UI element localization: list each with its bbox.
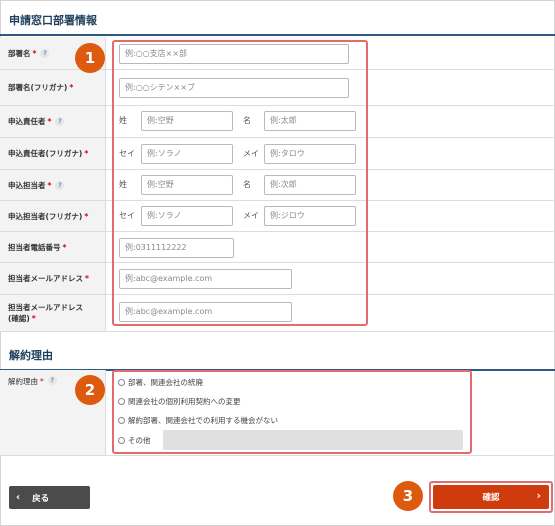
label-text: 申込責任者 [8, 117, 46, 126]
back-button-label: 戻る [32, 493, 50, 504]
label-text: 申込担当者 [8, 180, 46, 190]
required-mark: * [62, 242, 67, 252]
label-text: 担当者メールアドレス [8, 303, 83, 312]
confirm-button-label: 確認 [482, 493, 500, 503]
required-mark: * [47, 180, 52, 190]
label-text: 申込責任者(フリガナ) [8, 149, 83, 158]
help-icon[interactable]: ? [55, 180, 65, 190]
highlight-box-applicant [112, 40, 368, 326]
field-label: 申込責任者(フリガナ) * [0, 138, 106, 169]
required-mark: * [84, 211, 89, 221]
label-text: 部署名 [8, 48, 31, 58]
field-label: 申込担当者 * ? [0, 170, 106, 200]
section-title-cancel-reason: 解約理由 [0, 343, 555, 371]
field-label: 担当者メールアドレス * [0, 263, 106, 294]
help-icon[interactable]: ? [47, 376, 57, 385]
label-text: 担当者メールアドレス [8, 274, 83, 283]
label-text: 解約理由 [8, 377, 38, 386]
required-mark: * [47, 117, 52, 126]
help-icon[interactable]: ? [55, 117, 65, 126]
section-title-applicant: 申請窓口部署情報 [0, 8, 555, 36]
field-label: 申込責任者 * ? [0, 106, 106, 137]
chevron-left-icon: ‹ [16, 492, 21, 503]
field-label: 担当者電話番号 * [0, 232, 106, 262]
step-badge-3: 3 [393, 481, 423, 511]
highlight-box-reason [112, 370, 472, 454]
field-label: 申込担当者(フリガナ) * [0, 201, 106, 231]
required-mark: * [69, 83, 74, 92]
label-text: 申込担当者(フリガナ) [8, 211, 83, 221]
step-badge-2: 2 [75, 375, 105, 405]
help-icon[interactable]: ? [40, 48, 50, 58]
label-text-confirm: (確認) [8, 314, 30, 323]
confirm-button[interactable]: 確認 › [433, 485, 549, 509]
back-button[interactable]: ‹ 戻る [9, 486, 90, 509]
field-label: 担当者メールアドレス (確認) * [0, 295, 106, 331]
required-mark: * [84, 149, 89, 158]
step-badge-1: 1 [75, 43, 105, 73]
chevron-right-icon: › [536, 489, 541, 502]
required-mark: * [31, 314, 36, 323]
label-text: 部署名(フリガナ) [8, 83, 68, 92]
field-label: 部署名(フリガナ) * [0, 70, 106, 105]
required-mark: * [32, 48, 37, 58]
required-mark: * [40, 377, 44, 386]
label-text: 担当者電話番号 [8, 242, 61, 252]
required-mark: * [85, 274, 89, 283]
